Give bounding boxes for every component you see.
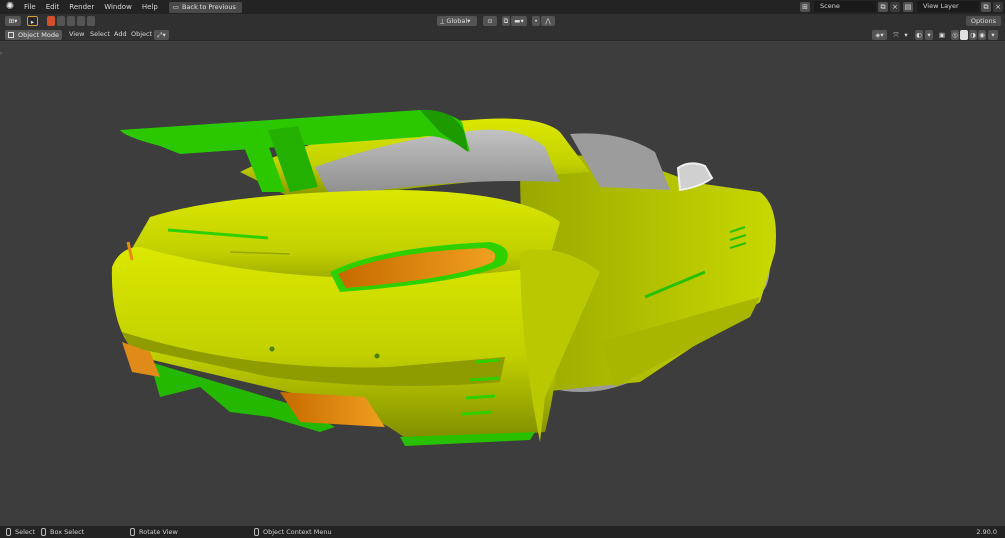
mouse-middle-icon [130,528,135,536]
menu-object[interactable]: Object [131,28,152,41]
new-view-layer-icon[interactable]: ⧉ [981,2,991,12]
menu-select[interactable]: Select [90,28,110,41]
editor-type-icon[interactable]: ⊞▾ [5,16,21,26]
select-mode-subtract-icon[interactable] [67,16,75,26]
viewport-header: Object Mode ▾ View Select Add Object ⤢▾ … [0,28,1005,49]
select-mode-new-icon[interactable] [47,16,55,26]
toolbar-collapse-icon[interactable]: › [0,50,2,57]
proportional-falloff-icon[interactable]: ⋀ [541,16,555,26]
pivot-point-icon[interactable]: ⊙ [483,16,497,26]
gizmo-dropdown-icon[interactable]: ▾ [902,30,910,40]
select-mode-extend-icon[interactable] [57,16,65,26]
shading-material-icon[interactable]: ◑ [969,29,977,40]
close-view-layer-icon[interactable]: × [993,2,1003,12]
shading-rendered-icon[interactable]: ◉ [978,29,986,40]
menu-window[interactable]: Window [99,0,137,14]
menu-view[interactable]: View [69,28,84,41]
select-tool-icon[interactable]: ▸ [27,16,38,26]
parking-sensor-right [374,353,380,359]
screen-icon: ▭ [172,2,179,11]
select-mode-invert-icon[interactable] [77,16,85,26]
blender-logo-icon[interactable]: ✺ [5,2,15,12]
version-label: 2.90.0 [976,528,997,536]
shading-options-icon[interactable]: ▾ [988,29,998,40]
snap-target-icon[interactable]: ▬▾ [511,16,527,26]
mouse-right-icon [254,528,259,536]
view-layer-field[interactable]: View Layer [917,1,979,12]
mouse-drag-icon [41,528,46,536]
menu-help[interactable]: Help [137,0,163,14]
view-object-types-icon[interactable]: ◈▾ [872,29,887,40]
shading-wireframe-icon[interactable]: ◎ [951,29,959,40]
close-scene-icon[interactable]: × [890,2,900,12]
options-button[interactable]: Options [965,16,1001,26]
orientation-icon: ⟂ [440,17,445,25]
menu-render[interactable]: Render [64,0,99,14]
back-to-previous-button[interactable]: ▭ Back to Previous [168,1,242,13]
overlays-dropdown-icon[interactable]: ▾ [925,29,933,40]
menu-edit[interactable]: Edit [41,0,65,14]
object-mode-select[interactable]: Object Mode ▾ [5,29,62,49]
tool-settings-bar: ⊞▾ ▸ ⟂ Global▾ ⊙ ⧉ ▬▾ • ⋀ Options [0,14,1005,28]
mouse-left-icon [6,528,11,536]
transform-affect-icon[interactable]: ⤢▾ [154,29,169,40]
shading-solid-icon[interactable] [960,29,968,40]
parking-sensor-left [269,346,275,352]
car-model [111,109,776,446]
scene-icon[interactable]: ⊞ [800,2,810,12]
menu-file[interactable]: File [19,0,41,14]
xray-toggle-icon[interactable]: ▣ [938,30,946,40]
snap-toggle-icon[interactable]: ⧉ [502,16,510,26]
view-layer-icon[interactable]: ▤ [903,2,913,12]
gizmo-icon[interactable]: ⤧ [892,30,900,40]
scene-field[interactable]: Scene [814,1,876,12]
menu-add[interactable]: Add [114,28,127,41]
select-mode-intersect-icon[interactable] [87,16,95,26]
object-mode-icon [8,31,14,38]
proportional-edit-icon[interactable]: • [532,16,540,26]
3d-viewport[interactable]: › [0,42,1005,526]
status-bar: Select Box Select Rotate View Object Con… [0,526,1005,538]
transform-orientation-select[interactable]: ⟂ Global▾ [437,16,477,26]
overlays-icon[interactable]: ◐ [915,29,923,40]
new-scene-icon[interactable]: ⧉ [878,2,888,12]
